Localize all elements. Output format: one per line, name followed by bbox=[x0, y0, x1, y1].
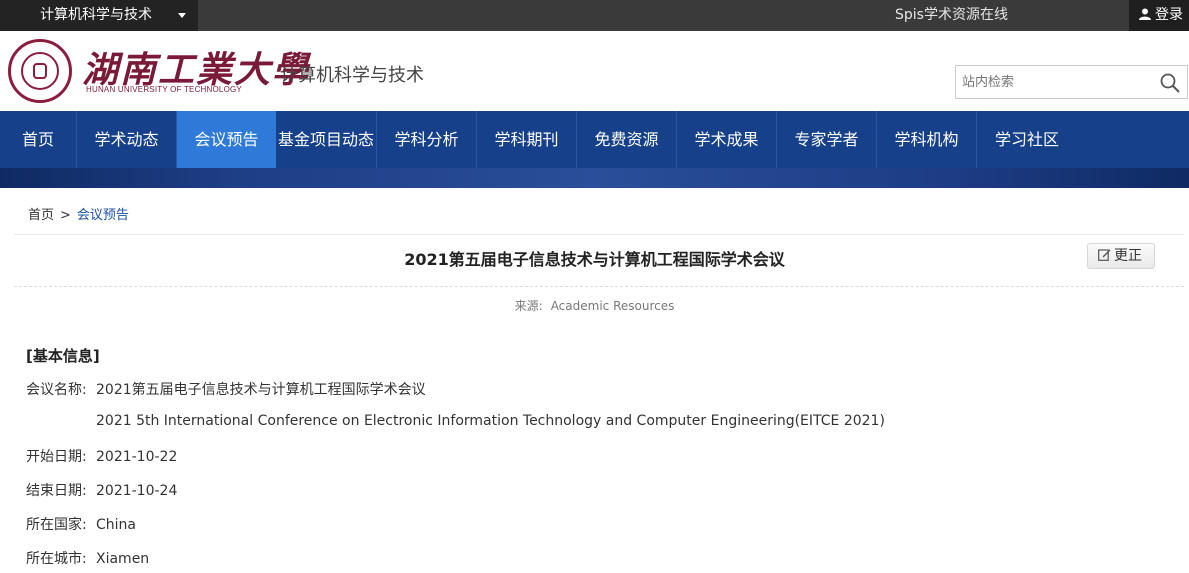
section-title-basic-info: [基本信息] bbox=[26, 347, 100, 365]
nav-item-journals[interactable]: 学科期刊 bbox=[477, 111, 577, 168]
conference-name-en: 2021 5th International Conference on Ele… bbox=[96, 413, 885, 429]
start-date-label: 开始日期: bbox=[26, 449, 87, 465]
login-button[interactable]: 登录 bbox=[1129, 0, 1189, 31]
divider bbox=[14, 234, 1184, 235]
user-icon bbox=[1139, 8, 1151, 20]
university-seal-logo[interactable] bbox=[8, 39, 72, 103]
search-input[interactable] bbox=[956, 66, 1146, 98]
breadcrumb-home[interactable]: 首页 bbox=[28, 208, 54, 223]
conference-name-label: 会议名称: bbox=[26, 382, 87, 398]
nav-item-achievements[interactable]: 学术成果 bbox=[677, 111, 777, 168]
country-value: China bbox=[96, 517, 136, 533]
nav-item-experts[interactable]: 专家学者 bbox=[777, 111, 877, 168]
breadcrumb-separator: > bbox=[60, 208, 71, 223]
info-row-name: 会议名称: 2021第五届电子信息技术与计算机工程国际学术会议 bbox=[26, 379, 426, 399]
page-title: 2021第五届电子信息技术与计算机工程国际学术会议 bbox=[404, 250, 785, 269]
end-date-value: 2021-10-24 bbox=[96, 483, 178, 499]
start-date-value: 2021-10-22 bbox=[96, 449, 178, 465]
nav-item-fund-projects[interactable]: 基金项目动态 bbox=[276, 111, 377, 168]
end-date-label: 结束日期: bbox=[26, 483, 87, 499]
nav-item-home[interactable]: 首页 bbox=[0, 111, 77, 168]
breadcrumb: 首页 > 会议预告 bbox=[28, 204, 129, 223]
info-row-end-date: 结束日期: 2021-10-24 bbox=[26, 480, 177, 500]
main-nav: 首页 学术动态 会议预告 基金项目动态 学科分析 学科期刊 免费资源 学术成果 … bbox=[0, 111, 1189, 168]
nav-item-institutions[interactable]: 学科机构 bbox=[877, 111, 977, 168]
university-name-en: HUNAN UNIVERSITY OF TECHNOLOGY bbox=[86, 85, 242, 94]
department-name: 计算机科学与技术 bbox=[280, 65, 424, 86]
nav-item-free-resources[interactable]: 免费资源 bbox=[577, 111, 677, 168]
nav-item-community[interactable]: 学习社区 bbox=[977, 111, 1077, 168]
site-select-label: 计算机科学与技术 bbox=[40, 7, 152, 23]
site-header: 湖南工業大學 HUNAN UNIVERSITY OF TECHNOLOGY 计算… bbox=[0, 31, 1189, 111]
city-label: 所在城市: bbox=[26, 551, 87, 567]
nav-item-conference-notice[interactable]: 会议预告 bbox=[177, 111, 276, 168]
nav-item-academic-news[interactable]: 学术动态 bbox=[77, 111, 177, 168]
breadcrumb-current[interactable]: 会议预告 bbox=[77, 208, 129, 223]
site-select-dropdown[interactable]: 计算机科学与技术 bbox=[0, 0, 198, 31]
edit-icon bbox=[1098, 249, 1111, 261]
top-bar: 计算机科学与技术 Spis学术资源在线 登录 bbox=[0, 0, 1189, 31]
info-row-start-date: 开始日期: 2021-10-22 bbox=[26, 446, 177, 466]
city-value: Xiamen bbox=[96, 551, 150, 567]
seal-inner-ring bbox=[21, 52, 59, 90]
correction-button[interactable]: 更正 bbox=[1087, 243, 1155, 269]
banner-strip bbox=[0, 168, 1189, 188]
login-label: 登录 bbox=[1155, 7, 1183, 23]
seal-emblem bbox=[33, 63, 47, 79]
source-label: 来源: bbox=[514, 299, 543, 313]
divider-dashed bbox=[14, 286, 1184, 287]
chevron-down-icon bbox=[178, 13, 186, 18]
info-row-city: 所在城市: Xiamen bbox=[26, 548, 149, 568]
portal-title: Spis学术资源在线 bbox=[895, 7, 1008, 23]
conference-name-cn: 2021第五届电子信息技术与计算机工程国际学术会议 bbox=[96, 382, 426, 398]
info-row-country: 所在国家: China bbox=[26, 514, 136, 534]
source-line: 来源: Academic Resources bbox=[0, 297, 1189, 314]
nav-item-subject-analysis[interactable]: 学科分析 bbox=[377, 111, 477, 168]
site-search bbox=[955, 65, 1188, 99]
search-icon[interactable] bbox=[1159, 72, 1181, 94]
source-value: Academic Resources bbox=[550, 299, 675, 313]
country-label: 所在国家: bbox=[26, 517, 87, 533]
correction-label: 更正 bbox=[1114, 248, 1142, 264]
